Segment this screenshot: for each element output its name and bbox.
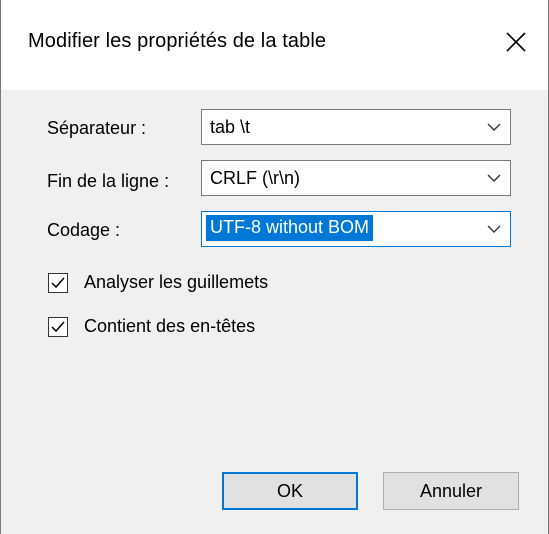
chevron-down-icon [487, 174, 501, 182]
separator-value: tab \t [210, 117, 251, 137]
has-headers-checkbox[interactable] [48, 317, 68, 337]
edit-table-properties-dialog: Modifier les propriétés de la table Sépa… [0, 0, 549, 534]
close-button[interactable] [488, 14, 548, 74]
encoding-value: UTF-8 without BOM [206, 215, 374, 241]
chevron-down-icon [487, 123, 501, 131]
line-ending-label: Fin de la ligne : [47, 171, 170, 191]
parse-quotes-checkbox[interactable] [48, 273, 68, 293]
ok-button[interactable]: OK [222, 472, 358, 510]
line-ending-select[interactable]: CRLF (\r\n) [201, 160, 511, 196]
close-icon [506, 32, 526, 52]
dialog-client-area [1, 90, 548, 534]
checkmark-icon [51, 321, 65, 333]
title-bar: Modifier les propriétés de la table [1, 0, 548, 90]
chevron-down-icon [487, 225, 501, 233]
checkmark-icon [51, 277, 65, 289]
encoding-select[interactable]: UTF-8 without BOM [201, 211, 511, 247]
has-headers-label: Contient des en-têtes [84, 316, 256, 336]
dialog-title: Modifier les propriétés de la table [28, 30, 327, 52]
cancel-button[interactable]: Annuler [383, 472, 519, 510]
parse-quotes-label: Analyser les guillemets [84, 272, 269, 292]
separator-select[interactable]: tab \t [201, 109, 511, 145]
line-ending-value: CRLF (\r\n) [210, 168, 300, 188]
encoding-label: Codage : [47, 220, 121, 240]
separator-label: Séparateur : [47, 118, 147, 138]
